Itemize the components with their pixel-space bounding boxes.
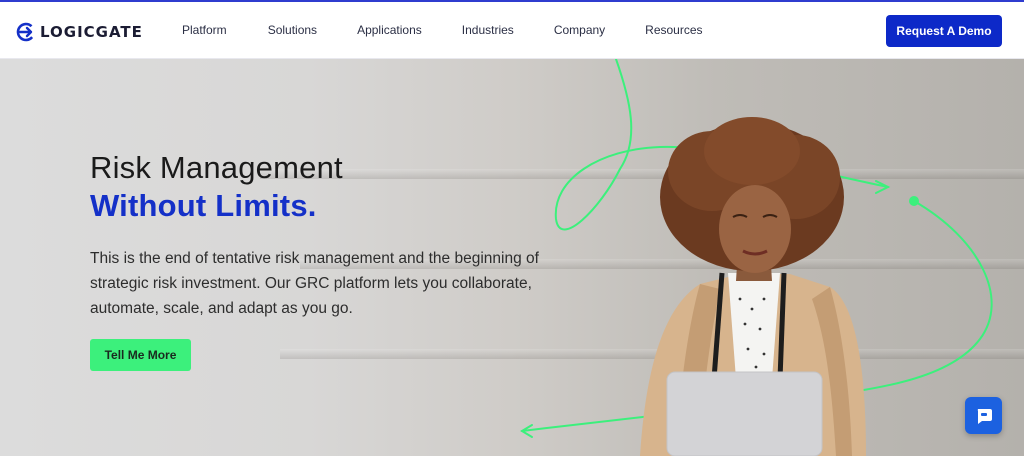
hero-title-line2: Without Limits.	[90, 188, 317, 223]
chat-button[interactable]	[965, 397, 1002, 434]
hero-title-line1: Risk Management	[90, 150, 343, 185]
nav-platform[interactable]: Platform	[182, 23, 227, 37]
chat-icon	[977, 408, 992, 424]
brand-name: LOGICGATE	[40, 23, 143, 41]
hero-description: This is the end of tentative risk manage…	[90, 250, 539, 317]
tell-me-more-button[interactable]: Tell Me More	[90, 339, 191, 371]
logo[interactable]: LOGICGATE	[16, 21, 143, 43]
request-demo-button[interactable]: Request A Demo	[886, 15, 1002, 47]
nav-company[interactable]: Company	[554, 23, 605, 37]
main-nav: Platform Solutions Applications Industri…	[182, 23, 743, 37]
nav-applications[interactable]: Applications	[357, 23, 422, 37]
nav-resources[interactable]: Resources	[645, 23, 702, 37]
site-header: LOGICGATE Platform Solutions Application…	[0, 0, 1024, 59]
nav-industries[interactable]: Industries	[462, 23, 514, 37]
logicgate-logo-icon	[16, 22, 36, 42]
nav-solutions[interactable]: Solutions	[268, 23, 317, 37]
woman-figure	[640, 117, 866, 456]
hero-section: Risk Management Without Limits. This is …	[0, 59, 1024, 456]
